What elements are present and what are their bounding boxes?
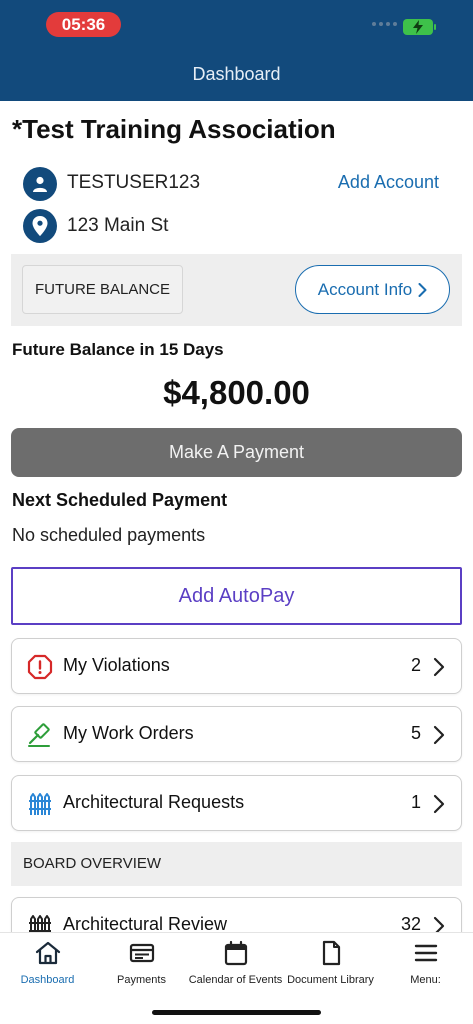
work-orders-label: My Work Orders bbox=[63, 723, 194, 743]
tab-calendar-of-events-label: Calendar of Events bbox=[188, 974, 283, 986]
account-username: TESTUSER123 bbox=[67, 172, 201, 193]
future-balance-label: FUTURE BALANCE bbox=[22, 265, 183, 314]
tab-payments[interactable]: Payments bbox=[94, 939, 189, 995]
account-info-button[interactable]: Account Info bbox=[295, 265, 450, 314]
add-autopay-button[interactable]: Add AutoPay bbox=[11, 567, 462, 625]
work-orders-count: 5 bbox=[410, 723, 421, 743]
violations-card[interactable]: My Violations 2 bbox=[11, 638, 462, 694]
architectural-requests-label: Architectural Requests bbox=[63, 792, 245, 812]
architectural-requests-card[interactable]: Architectural Requests 1 bbox=[11, 775, 462, 831]
location-pin-icon bbox=[23, 209, 57, 243]
gavel-icon bbox=[28, 723, 50, 747]
tab-document-library-label: Document Library bbox=[287, 974, 374, 986]
balance-amount: $4,800.00 bbox=[163, 374, 310, 411]
tab-document-library[interactable]: Document Library bbox=[283, 939, 378, 995]
work-orders-card[interactable]: My Work Orders 5 bbox=[11, 706, 462, 762]
no-scheduled-payments-text: No scheduled payments bbox=[12, 525, 206, 545]
status-time: 05:36 bbox=[46, 12, 121, 37]
chevron-right-icon bbox=[433, 794, 445, 814]
user-icon bbox=[23, 167, 57, 201]
next-scheduled-payment-heading: Next Scheduled Payment bbox=[12, 490, 228, 510]
home-indicator[interactable] bbox=[152, 1010, 321, 1015]
battery-charging-icon bbox=[403, 19, 436, 35]
tab-dashboard-label: Dashboard bbox=[20, 974, 75, 986]
board-overview-header: BOARD OVERVIEW bbox=[11, 842, 462, 886]
association-name: *Test Training Association bbox=[12, 114, 336, 144]
balance-section: FUTURE BALANCE Account Info bbox=[11, 254, 462, 326]
fence-icon bbox=[29, 793, 51, 815]
chevron-right-icon bbox=[433, 657, 445, 677]
tab-dashboard[interactable]: Dashboard bbox=[0, 939, 95, 995]
future-balance-heading: Future Balance in 15 Days bbox=[12, 340, 224, 359]
payments-icon bbox=[129, 943, 154, 963]
chevron-right-icon bbox=[433, 725, 445, 745]
account-info-label: Account Info bbox=[317, 279, 413, 299]
menu-icon bbox=[414, 944, 437, 962]
violations-count: 2 bbox=[410, 655, 421, 675]
alert-octagon-icon bbox=[27, 654, 53, 680]
make-payment-button[interactable]: Make A Payment bbox=[11, 428, 462, 477]
add-account-link[interactable]: Add Account bbox=[338, 172, 439, 193]
document-icon bbox=[322, 940, 340, 966]
tab-menu[interactable]: Menu: bbox=[378, 939, 473, 995]
page-title: Dashboard bbox=[192, 64, 281, 84]
app-header: 05:36 Dashboard bbox=[0, 0, 473, 101]
home-icon bbox=[35, 941, 60, 965]
account-address: 123 Main St bbox=[67, 215, 169, 236]
signal-icon bbox=[372, 22, 397, 26]
architectural-requests-count: 1 bbox=[410, 792, 421, 812]
tab-payments-label: Payments bbox=[117, 974, 166, 986]
calendar-icon bbox=[224, 940, 247, 966]
chevron-right-icon bbox=[418, 282, 427, 297]
violations-label: My Violations bbox=[63, 655, 170, 675]
tab-menu-label: Menu: bbox=[410, 974, 441, 986]
board-overview-title: BOARD OVERVIEW bbox=[23, 855, 162, 872]
tab-calendar-of-events[interactable]: Calendar of Events bbox=[188, 939, 283, 995]
